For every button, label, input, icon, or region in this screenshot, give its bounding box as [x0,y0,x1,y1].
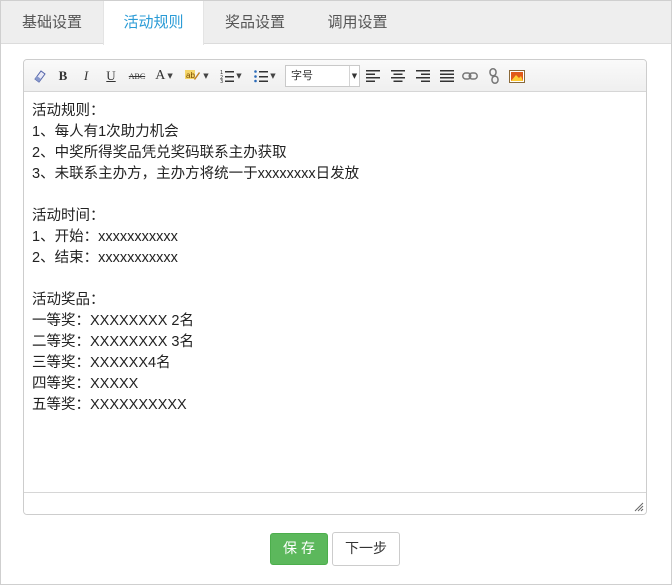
bold-icon[interactable]: B [56,67,70,85]
content-line: 活动奖品： [32,292,105,308]
underline-icon[interactable]: U [104,67,118,85]
highlight-icon: ab [185,70,201,80]
tab-activity-rules[interactable]: 活动规则 [103,1,204,45]
content-line: 活动时间： [32,208,105,224]
unlink-icon[interactable] [486,67,502,85]
font-size-select[interactable]: 字号 ▼ [285,65,360,87]
align-right-icon[interactable] [416,67,430,85]
editor-content-area[interactable]: 活动规则： 1、每人有1次助力机会 2、中奖所得奖品凭兑奖码联系主办获取 3、未联系主… [24,93,646,491]
chevron-down-icon: ▼ [270,72,276,80]
content-line: 1、每人有1次助力机会 [32,124,179,140]
rich-text-editor: B I U ABC A ▼ ab ▼ 123 ▼ ▼ 字号 ▼ 活动规则： 1、… [23,59,647,515]
content-line: 2、中奖所得奖品凭兑奖码联系主办获取 [32,145,287,161]
tab-prize-settings[interactable]: 奖品设置 [204,1,306,44]
svg-text:3: 3 [220,79,223,83]
content-line: 五等奖：XXXXXXXXXX [32,397,187,413]
chevron-down-icon: ▼ [167,72,173,80]
content-line: 三等奖：XXXXXX4名 [32,355,171,371]
tab-bar: 基础设置 活动规则 奖品设置 调用设置 [1,1,671,45]
eraser-icon[interactable] [32,67,48,85]
content-line: 一等奖：XXXXXXXX 2名 [32,313,194,329]
ordered-list-button[interactable]: 123 ▼ [218,67,244,85]
content-line: 四等奖：XXXXX [32,376,139,392]
align-center-icon[interactable] [391,67,405,85]
link-icon[interactable] [462,67,478,85]
unordered-list-icon [254,70,269,83]
font-color-button[interactable]: A ▼ [153,67,175,85]
italic-icon[interactable]: I [80,67,92,85]
chevron-down-icon: ▼ [236,72,242,80]
content-line: 活动规则： [32,103,105,119]
save-button[interactable]: 保存 [270,533,328,565]
strikethrough-icon[interactable]: ABC [127,67,147,85]
chevron-down-icon: ▼ [203,72,209,80]
content-line: 1、开始：xxxxxxxxxxx [32,229,178,245]
tab-basic-settings[interactable]: 基础设置 [1,1,103,44]
tab-call-settings[interactable]: 调用设置 [306,1,409,44]
svg-text:ab: ab [186,71,195,80]
chevron-down-icon: ▼ [349,66,359,86]
next-step-button[interactable]: 下一步 [332,532,400,566]
font-color-icon: A [155,68,166,83]
settings-panel: 基础设置 活动规则 奖品设置 调用设置 B I U ABC A ▼ ab ▼ 1… [0,0,672,585]
highlight-button[interactable]: ab ▼ [184,67,210,85]
align-left-icon[interactable] [366,67,380,85]
image-icon[interactable] [509,67,525,85]
editor-status-bar [24,492,646,514]
content-line: 3、未联系主办方，主办方将统一于xxxxxxxx日发放 [32,166,360,182]
content-line: 二等奖：XXXXXXXX 3名 [32,334,194,350]
editor-toolbar: B I U ABC A ▼ ab ▼ 123 ▼ ▼ 字号 ▼ [24,60,646,92]
font-size-select-value: 字号 [291,69,313,82]
ordered-list-icon: 123 [220,70,235,83]
justify-icon[interactable] [440,67,454,85]
unordered-list-button[interactable]: ▼ [252,67,278,85]
resize-grip-icon[interactable] [632,500,644,512]
content-line: 2、结束：xxxxxxxxxxx [32,250,178,266]
